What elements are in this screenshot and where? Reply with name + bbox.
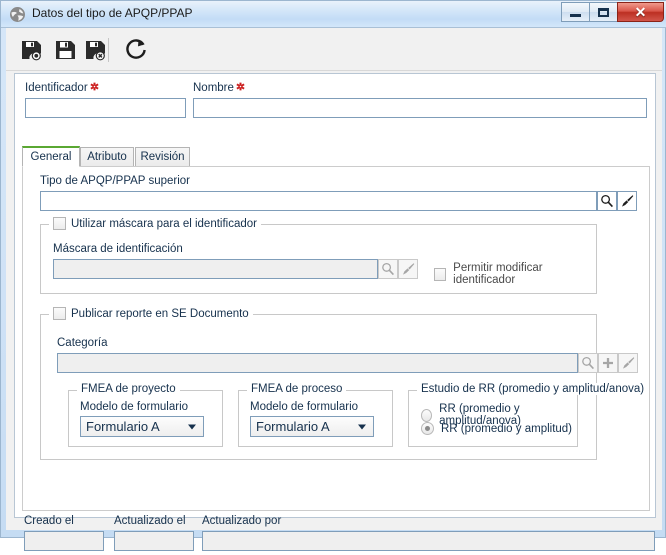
brush-icon (623, 357, 635, 369)
actualizado-por-input (202, 531, 655, 551)
categoria-clear-button[interactable] (618, 353, 638, 373)
search-icon (582, 356, 594, 370)
save-and-close-button[interactable] (82, 36, 110, 64)
publicar-reporte-checkbox[interactable] (53, 307, 66, 320)
brush-icon (403, 263, 415, 275)
creado-el-input (24, 531, 104, 551)
window-title: Datos del tipo de APQP/PPAP (32, 6, 193, 20)
fmea-proceso-field-label: Modelo de formulario (250, 401, 359, 413)
chevron-down-icon (358, 424, 366, 429)
mascara-input[interactable] (53, 259, 378, 279)
nombre-input[interactable] (193, 98, 647, 118)
permitir-modificar-row[interactable]: Permitir modificar identificador (434, 262, 596, 286)
mascara-group: Utilizar máscara para el identificador M… (40, 217, 597, 294)
estudio-rr-title: Estudio de RR (promedio y amplitud/anova… (417, 383, 649, 395)
fmea-proyecto-select[interactable]: Formulario A (80, 416, 204, 437)
title-bar: Datos del tipo de APQP/PPAP ✕ (1, 1, 666, 28)
categoria-label: Categoría (57, 337, 108, 349)
mascara-group-title: Utilizar máscara para el identificador (49, 217, 261, 230)
radio-rr-anova-indicator (421, 408, 433, 422)
identificador-label: Identificador (25, 82, 99, 94)
save-close-icon (86, 41, 105, 61)
application-window: Datos del tipo de APQP/PPAP ✕ Identifica… (0, 0, 666, 551)
globe-icon (9, 6, 26, 23)
toolbar (6, 28, 662, 71)
tipo-superior-label: Tipo de APQP/PPAP superior (40, 175, 191, 187)
save-and-new-button[interactable] (18, 36, 46, 64)
categoria-search-button[interactable] (578, 353, 598, 373)
client-area: Identificador Nombre General Atributo Re… (6, 28, 662, 551)
mascara-field-label: Máscara de identificación (53, 243, 183, 255)
creado-el-label: Creado el (24, 515, 74, 527)
refresh-button[interactable] (122, 36, 150, 64)
close-icon: ✕ (634, 4, 647, 20)
close-button[interactable]: ✕ (617, 2, 664, 22)
tab-atributo[interactable]: Atributo (80, 147, 134, 167)
plus-icon (603, 358, 613, 368)
fmea-proyecto-group: FMEA de proyecto Modelo de formulario Fo… (68, 383, 223, 447)
refresh-icon (126, 39, 146, 59)
actualizado-el-input (114, 531, 194, 551)
form-panel: Identificador Nombre General Atributo Re… (14, 73, 656, 518)
radio-rr-amplitud[interactable]: RR (promedio y amplitud) (421, 422, 572, 435)
save-button[interactable] (52, 36, 80, 64)
search-icon (382, 262, 394, 276)
fmea-proyecto-title: FMEA de proyecto (77, 383, 180, 395)
toolbar-separator (108, 38, 109, 62)
save-icon (56, 41, 75, 59)
categoria-add-button[interactable] (598, 353, 618, 373)
tab-panel-general: Tipo de APQP/PPAP superior Utilizar másc… (22, 166, 650, 511)
tab-strip: General Atributo Revisión (22, 146, 650, 167)
identificador-input[interactable] (25, 98, 186, 118)
actualizado-por-label: Actualizado por (202, 515, 282, 527)
tipo-superior-clear-button[interactable] (617, 191, 637, 211)
minimize-icon (570, 13, 581, 17)
mascara-search-button[interactable] (378, 259, 398, 279)
radio-rr-amplitud-indicator (421, 422, 434, 435)
publicar-group: Publicar reporte en SE Documento Categor… (40, 307, 649, 460)
search-icon (601, 194, 613, 208)
estudio-rr-group: Estudio de RR (promedio y amplitud/anova… (408, 383, 649, 447)
mascara-clear-button[interactable] (398, 259, 418, 279)
fmea-proceso-group: FMEA de proceso Modelo de formulario For… (238, 383, 393, 447)
save-add-icon (22, 41, 41, 61)
utilizar-mascara-checkbox[interactable] (53, 217, 66, 230)
tab-general[interactable]: General (22, 146, 80, 167)
chevron-down-icon (188, 424, 196, 429)
minimize-button[interactable] (561, 2, 590, 22)
required-marker-icon (236, 82, 245, 91)
tab-revision[interactable]: Revisión (135, 147, 190, 167)
maximize-icon (598, 7, 609, 17)
publicar-group-title: Publicar reporte en SE Documento (49, 307, 253, 320)
required-marker-icon (90, 82, 99, 91)
fmea-proceso-select[interactable]: Formulario A (250, 416, 374, 437)
brush-icon (622, 195, 634, 207)
fmea-proyecto-field-label: Modelo de formulario (80, 401, 189, 413)
actualizado-el-label: Actualizado el (114, 515, 186, 527)
tipo-superior-input[interactable] (40, 191, 597, 211)
audit-bar: Creado el Actualizado el Actualizado por (14, 515, 656, 555)
tipo-superior-search-button[interactable] (597, 191, 617, 211)
categoria-input[interactable] (57, 353, 578, 373)
fmea-proceso-title: FMEA de proceso (247, 383, 347, 395)
window-controls: ✕ (561, 2, 664, 22)
maximize-button[interactable] (589, 2, 618, 22)
nombre-label: Nombre (193, 82, 245, 94)
permitir-modificar-checkbox[interactable] (434, 267, 447, 281)
